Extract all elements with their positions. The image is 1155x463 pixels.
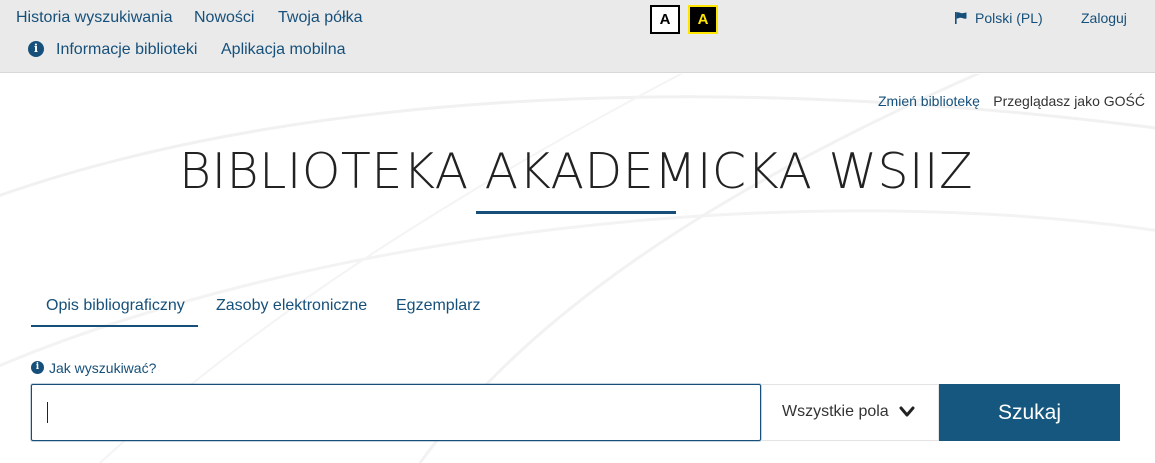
chevron-down-icon [899,406,915,417]
tab-copies[interactable]: Egzemplarz [396,297,480,315]
tab-electronic-resources[interactable]: Zasoby elektroniczne [216,297,367,315]
page-title: BIBLIOTEKA AKADEMICKA WSIIZ [178,143,974,200]
title-underline [476,211,676,214]
text-cursor [47,402,48,423]
info-icon: i [31,361,44,374]
nav-news-link[interactable]: Nowości [194,9,254,27]
nav-search-history-link[interactable]: Historia wyszukiwania [16,9,173,27]
tab-bibliographic-description[interactable]: Opis bibliograficzny [46,297,185,315]
normal-contrast-button[interactable]: A [650,5,680,34]
active-tab-indicator [31,325,198,327]
browsing-as-guest-label: Przeglądasz jako GOŚĆ [993,93,1145,109]
nav-mobile-app-link[interactable]: Aplikacja mobilna [221,41,346,59]
info-icon: i [28,41,44,57]
search-field-select[interactable]: Wszystkie pola [762,384,939,441]
login-link[interactable]: Zaloguj [1081,10,1127,26]
nav-shelf-link[interactable]: Twoja półka [278,9,363,27]
search-field-select-label: Wszystkie pola [782,403,889,420]
top-navigation-bar: Historia wyszukiwania Nowości Twoja półk… [0,0,1155,73]
search-input[interactable] [31,384,761,441]
how-to-search-link[interactable]: Jak wyszukiwać? [49,360,156,376]
search-button[interactable]: Szukaj [939,384,1120,441]
language-selector[interactable]: Polski (PL) [975,10,1043,26]
change-library-link[interactable]: Zmień bibliotekę [878,93,980,109]
high-contrast-button[interactable]: A [688,5,718,34]
flag-icon [955,12,967,24]
nav-library-info-link[interactable]: Informacje biblioteki [56,41,197,59]
